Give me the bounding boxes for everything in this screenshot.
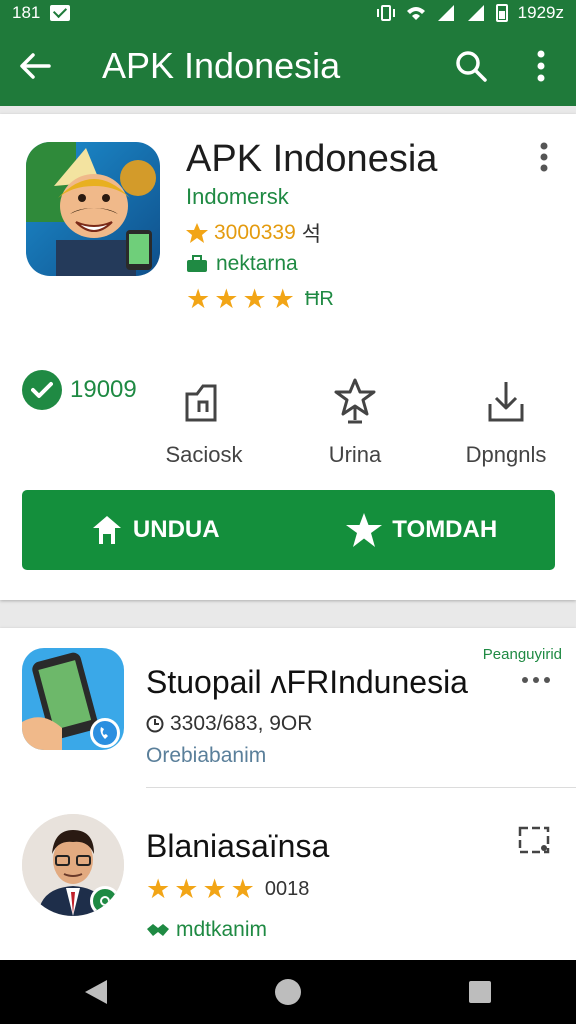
back-button[interactable] — [0, 26, 70, 106]
list-item-open-button[interactable] — [516, 824, 552, 856]
overflow-menu-button[interactable] — [506, 26, 576, 106]
briefcase-icon — [187, 255, 207, 272]
open-in-window-icon — [518, 826, 550, 854]
trophy-label: Urina — [328, 442, 382, 467]
category-label[interactable]: nektarna — [216, 252, 298, 276]
list-item-more-button[interactable] — [518, 668, 554, 692]
nav-home-button[interactable] — [258, 962, 318, 1022]
star-icon: ★ — [186, 284, 211, 314]
navigation-bar — [0, 960, 576, 1024]
app-bar: APK Indonesia — [0, 26, 576, 106]
star-icon — [346, 513, 383, 547]
back-triangle-icon — [85, 980, 107, 1004]
related-apps-card: Peanguyirid Stuopail ʌFRIndunesia 3303/6… — [0, 628, 576, 960]
list-item-subtitle: Orebiabanim — [146, 744, 267, 767]
download-icon — [488, 382, 524, 422]
check-circle-icon — [22, 370, 62, 410]
more-horiz-icon — [522, 677, 550, 683]
nav-back-button[interactable] — [66, 962, 126, 1022]
recents-square-icon — [469, 981, 491, 1003]
star-icon: ★ — [230, 874, 255, 904]
download-stat[interactable]: Dpngnls — [446, 370, 566, 468]
divider — [146, 787, 576, 788]
favorite-button[interactable]: TOMDAH — [289, 490, 556, 570]
download-button-label: UNDUA — [132, 516, 220, 543]
action-bar: UNDUA TOMDAH — [22, 490, 555, 570]
search-icon — [456, 51, 487, 82]
status-time: 181 — [12, 3, 41, 22]
app-name: APK Indonesia — [186, 138, 438, 180]
star-icon: ★ — [242, 284, 267, 314]
more-vert-icon — [540, 142, 548, 172]
star-icon: ★ — [174, 874, 199, 904]
trophy-icon — [334, 378, 376, 424]
house-upload-icon — [92, 516, 121, 544]
app-icon — [22, 648, 124, 750]
battery-percent: 1929z — [517, 3, 564, 22]
star-icon — [186, 223, 208, 243]
wifi-icon — [406, 7, 425, 20]
category-line: nektarna — [186, 252, 298, 276]
clock-icon — [146, 715, 164, 733]
home-circle-icon — [275, 979, 301, 1005]
app-detail-card: APK Indonesia Indomersk 3000339 석 nektar… — [0, 114, 576, 600]
stats-row: 19009 Saciosk Urina Dpngnls — [0, 364, 576, 467]
star-icon: ★ — [146, 874, 171, 904]
download-button[interactable]: UNDUA — [22, 490, 289, 570]
battery-icon — [495, 4, 508, 22]
list-item-title: Blaniasaïnsa — [146, 828, 330, 864]
vibrate-icon — [376, 5, 395, 21]
verified-badge-icon — [90, 886, 120, 916]
nav-recents-button[interactable] — [450, 962, 510, 1022]
star-rating: ★ ★ ★ ★ 0018 — [146, 876, 309, 903]
review-count: 0018 — [264, 878, 310, 900]
developer-link[interactable]: Indomersk — [186, 184, 289, 210]
rating-value: 3000339 — [214, 221, 296, 244]
star-icon: ★ — [270, 284, 295, 314]
phone-badge-icon — [90, 718, 120, 748]
list-item-subtitle: mdtkanim — [146, 918, 267, 942]
arrow-left-icon — [20, 53, 51, 79]
avatar — [22, 814, 124, 916]
favorite-button-label: TOMDAH — [392, 516, 498, 543]
verified-stat: 19009 — [22, 370, 137, 410]
rating-line: 3000339 석 — [186, 218, 321, 248]
star-icon: ★ — [214, 284, 239, 314]
handshake-icon — [147, 924, 169, 936]
share-stat[interactable]: Saciosk — [144, 370, 264, 468]
app-icon — [26, 142, 160, 276]
mail-notification-icon — [50, 5, 71, 21]
app-bar-title: APK Indonesia — [102, 45, 341, 86]
list-item[interactable]: Blaniasaïnsa ★ ★ ★ ★ 0018 mdtkanim — [0, 800, 576, 960]
verified-count: 19009 — [70, 376, 137, 403]
status-bar: 181 1929z — [0, 0, 576, 26]
download-label: Dpngnls — [465, 442, 547, 467]
list-item-meta-text: 3303/683, 9OR — [170, 712, 313, 735]
more-vert-icon — [537, 50, 545, 82]
signal-icon — [437, 5, 454, 21]
list-item-tag: Peanguyirid — [482, 646, 562, 663]
share-icon — [185, 384, 217, 422]
list-item-meta: 3303/683, 9OR — [146, 712, 312, 736]
list-item[interactable]: Peanguyirid Stuopail ʌFRIndunesia 3303/6… — [0, 628, 576, 788]
list-item-title: Stuopail ʌFRIndunesia — [146, 664, 468, 700]
star-rating: ★ ★ ★ ★ ĦR — [186, 286, 334, 313]
review-count: ĦR — [304, 288, 334, 310]
search-button[interactable] — [436, 26, 506, 106]
rating-unit: 석 — [301, 223, 322, 246]
star-icon: ★ — [202, 874, 227, 904]
trophy-stat[interactable]: Urina — [295, 370, 415, 468]
share-label: Saciosk — [165, 442, 243, 467]
list-item-subtitle-text: mdtkanim — [176, 918, 268, 941]
signal-2-icon — [467, 5, 484, 21]
card-more-button[interactable] — [528, 140, 560, 174]
